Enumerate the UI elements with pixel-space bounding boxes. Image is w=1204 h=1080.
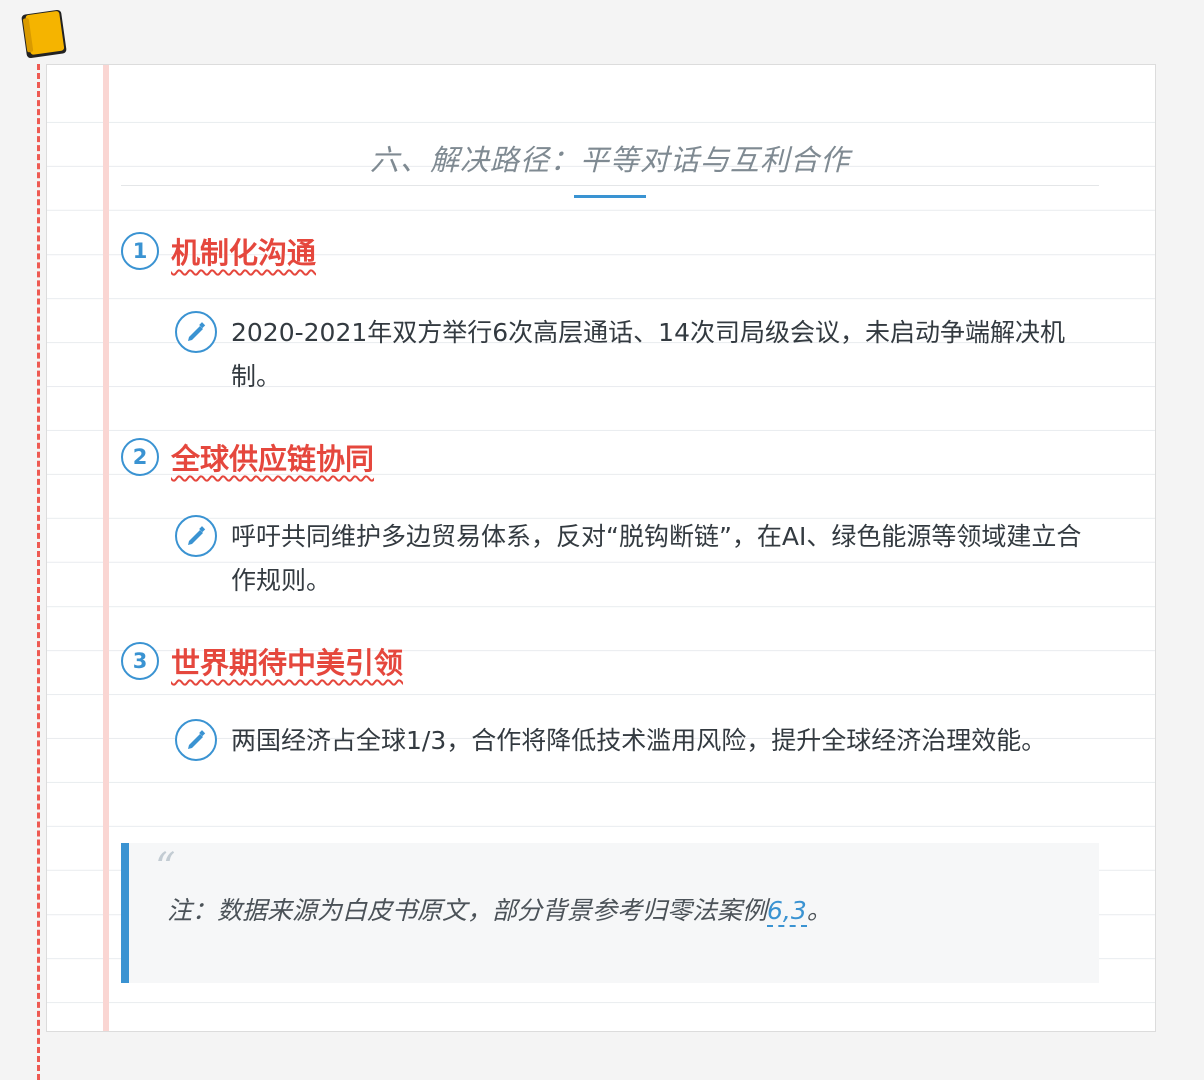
note-blockquote: “ 注：数据来源为白皮书原文，部分背景参考归零法案例6,3。 (121, 843, 1099, 983)
note-end: 。 (806, 896, 832, 925)
quote-mark-icon: “ (155, 845, 176, 891)
pencil-icon (175, 719, 217, 761)
title-accent-bar (574, 195, 646, 198)
section-title: 六、解决路径：平等对话与互利合作 (369, 143, 850, 177)
margin-dashed-line (37, 64, 40, 1080)
item-title: 世界期待中美引领 (171, 646, 404, 680)
note-text: 注：数据来源为白皮书原文，部分背景参考归零法案例6,3。 (167, 891, 832, 931)
title-divider (121, 185, 1099, 186)
bullet-text: 呼吁共同维护多边贸易体系，反对“脱钩断链”，在AI、绿色能源等领域建立合作规则。 (231, 522, 1082, 595)
citation-link[interactable]: 6,3 (767, 896, 807, 927)
number-badge: 3 (121, 642, 159, 680)
pencil-icon (175, 515, 217, 557)
notebook-paper: 六、解决路径：平等对话与互利合作 1 机制化沟通 2020-2021年双方举行6… (46, 64, 1156, 1032)
item-heading-2: 2 全球供应链协同 (121, 435, 374, 479)
bullet-text: 两国经济占全球1/3，合作将降低技术滥用风险，提升全球经济治理效能。 (231, 726, 1047, 755)
number-badge: 1 (121, 232, 159, 270)
number-badge: 2 (121, 438, 159, 476)
item-heading-1: 1 机制化沟通 (121, 229, 316, 273)
pencil-icon (175, 311, 217, 353)
item-title: 机制化沟通 (171, 236, 317, 270)
bullet-text: 2020-2021年双方举行6次高层通话、14次司局级会议，未启动争端解决机制。 (231, 318, 1065, 391)
notebook-icon (21, 9, 67, 59)
paper-margin-line (103, 65, 109, 1031)
item-title: 全球供应链协同 (171, 442, 375, 476)
note-body: 注：数据来源为白皮书原文，部分背景参考归零法案例 (167, 896, 768, 925)
item-heading-3: 3 世界期待中美引领 (121, 639, 403, 683)
